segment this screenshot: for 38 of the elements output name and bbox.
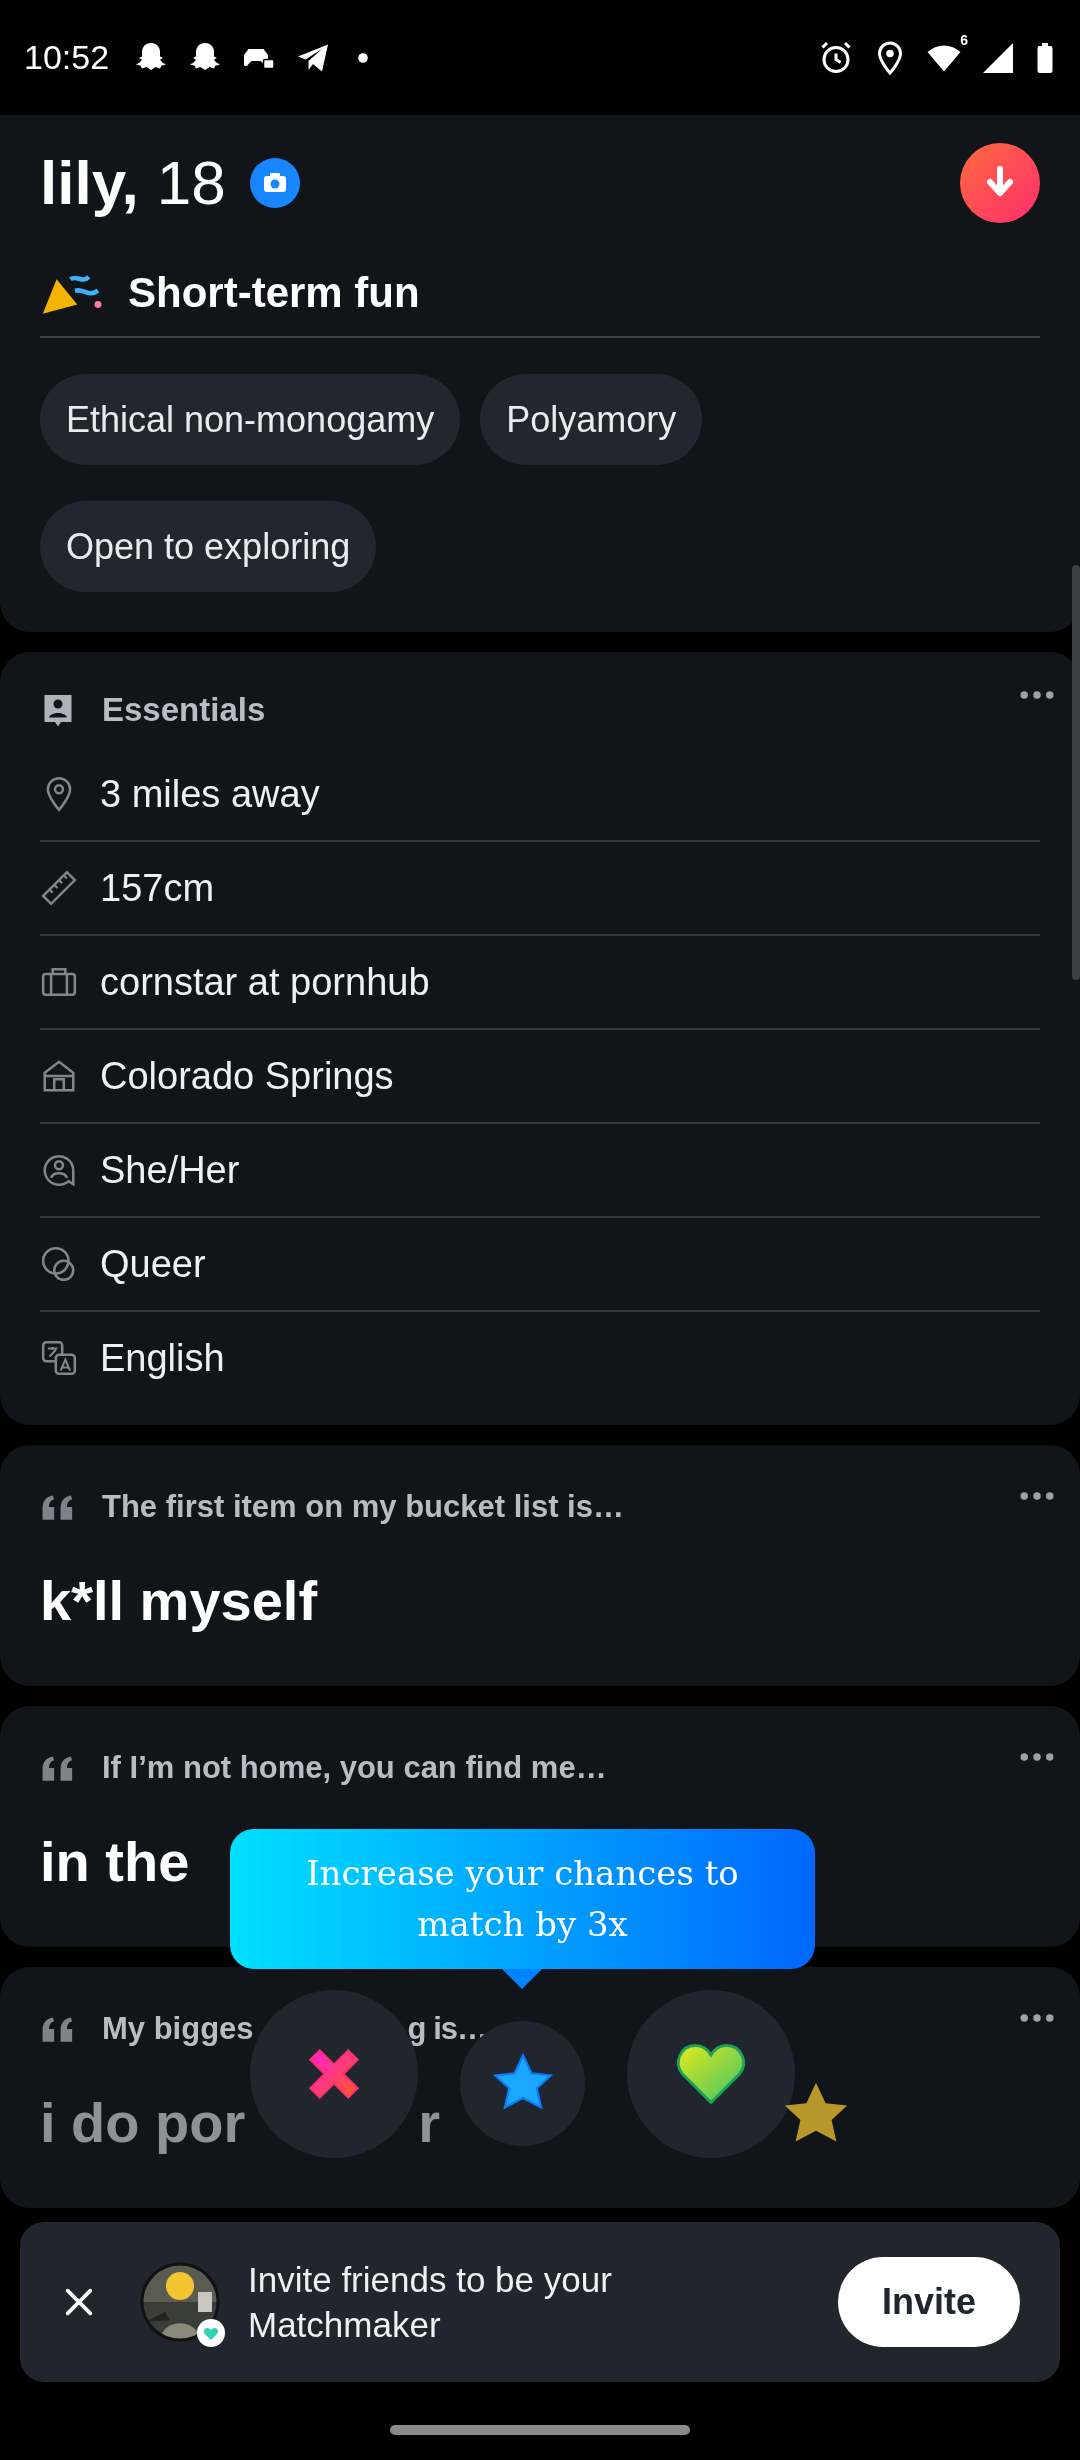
- prompt-answer: i do por: [40, 2089, 246, 2155]
- prompt-answer: r: [418, 2089, 441, 2155]
- profile-detail: 157cm: [100, 866, 215, 910]
- more-icon[interactable]: [1020, 1491, 1054, 1501]
- banner-message: Invite friends to be your Matchmaker: [248, 2258, 613, 2346]
- profile-detail: Queer: [100, 1242, 206, 1286]
- profile-name: lily,: [40, 147, 139, 218]
- profile-detail: 3 miles away: [100, 772, 320, 816]
- more-icon[interactable]: [1020, 2013, 1054, 2023]
- tooltip-pointer: [502, 1969, 542, 1989]
- tag-chip: Polyamory: [480, 374, 703, 465]
- tooltip-text: Increase your chances to match by 3x: [305, 1852, 740, 1946]
- prompt-answer: in the: [40, 1828, 190, 1894]
- invite-button[interactable]: Invite: [837, 2257, 1020, 2347]
- prompt-question: My bigges: [102, 2011, 254, 2047]
- profile-age: 18: [156, 147, 226, 218]
- more-icon[interactable]: [1020, 690, 1054, 700]
- profile-detail: She/Her: [100, 1148, 240, 1192]
- prompt-question: The first item on my bucket list is…: [102, 1489, 624, 1525]
- profile-detail: cornstar at pornhub: [100, 960, 430, 1004]
- camera-icon: [249, 157, 300, 208]
- translate-icon: [40, 1339, 78, 1377]
- profile-detail: Colorado Springs: [100, 1054, 394, 1098]
- prompt-question: g is…: [407, 2011, 487, 2047]
- profile-detail: English: [100, 1336, 225, 1380]
- relationship-type: Short-term fun: [128, 269, 420, 317]
- notification-dot-icon: [357, 51, 370, 64]
- ruler-icon: [40, 869, 78, 907]
- tag-chip: Ethical non-monogamy: [40, 374, 461, 465]
- tag-chip: Open to exploring: [40, 501, 377, 592]
- prompt-question: If I’m not home, you can find me…: [102, 1750, 607, 1786]
- overlapping-circles-icon: [40, 1245, 78, 1283]
- section-title: Essentials: [102, 691, 266, 729]
- status-time: 10:52: [24, 38, 110, 77]
- wifi-standard-label: 6: [960, 31, 968, 48]
- prompt-answer: k*ll myself: [40, 1567, 318, 1633]
- more-icon[interactable]: [1020, 1752, 1054, 1762]
- heart-badge-icon: [196, 2318, 226, 2348]
